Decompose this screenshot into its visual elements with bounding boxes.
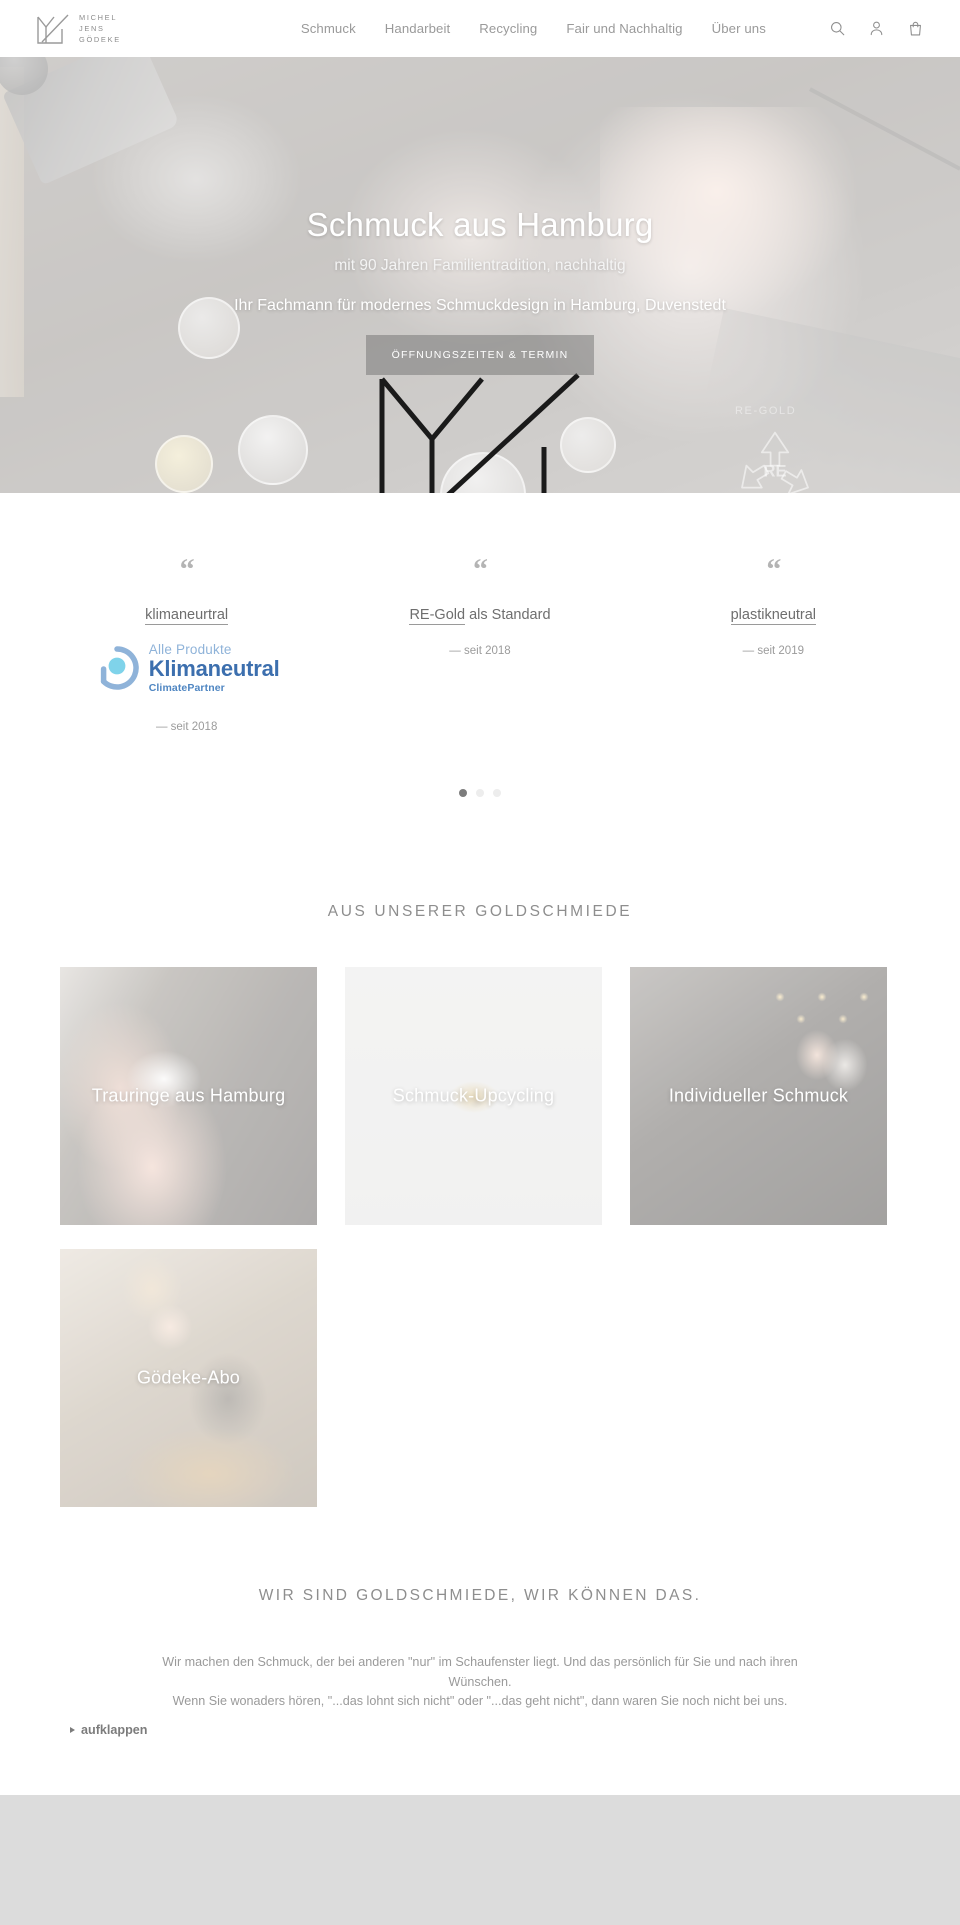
climatepartner-wordmark: Alle Produkte Klimaneutral ClimatePartne… <box>149 643 280 693</box>
quote-text-underlined[interactable]: plastikneutral <box>730 607 817 625</box>
brand-line-2: JENS <box>79 24 105 33</box>
account-icon[interactable] <box>868 20 885 37</box>
trust-quotes-carousel: “ klimaneurtral Alle Produkte Klimaneutr… <box>0 493 960 837</box>
carousel-dots <box>0 789 960 797</box>
quote-text-underlined[interactable]: klimaneurtral <box>145 607 229 625</box>
nav-item-handarbeit[interactable]: Handarbeit <box>385 21 451 36</box>
card-trauringe-aus-hamburg[interactable]: Trauringe aus Hamburg <box>60 967 317 1225</box>
svg-text:RE: RE <box>764 463 787 481</box>
brand-line-3: GÖDEKE <box>79 35 121 44</box>
quote-meta: — seit 2018 <box>449 645 511 657</box>
card-title: Trauringe aus Hamburg <box>91 1085 286 1106</box>
nav-item-ueber-uns[interactable]: Über uns <box>712 21 766 36</box>
climatepartner-mark-icon <box>94 645 140 691</box>
quote-meta: — seit 2019 <box>742 645 804 657</box>
card-title: Individueller Schmuck <box>668 1085 849 1106</box>
hero-cta-button[interactable]: ÖFFNUNGSZEITEN & TERMIN <box>365 334 595 375</box>
triangle-right-icon <box>70 1726 75 1733</box>
about-disclosure-label: aufklappen <box>81 1722 148 1737</box>
site-header: MICHEL JENS GÖDEKE Schmuck Handarbeit Re… <box>0 0 960 57</box>
climatepartner-logo: Alle Produkte Klimaneutral ClimatePartne… <box>94 643 280 693</box>
search-icon[interactable] <box>829 20 846 37</box>
goldsmith-section: AUS UNSERER GOLDSCHMIEDE Trauringe aus H… <box>0 837 960 1507</box>
goldsmith-card-grid: Trauringe aus Hamburg Schmuck-Upcycling … <box>60 967 900 1507</box>
brand-logo-link[interactable]: MICHEL JENS GÖDEKE <box>36 13 121 45</box>
nav-item-fair-und-nachhaltig[interactable]: Fair und Nachhaltig <box>566 21 682 36</box>
mjg-monogram-logo-icon <box>36 13 70 45</box>
quote-mark-icon: “ <box>179 553 195 586</box>
nav-item-recycling[interactable]: Recycling <box>479 21 537 36</box>
about-section: WIR SIND GOLDSCHMIEDE, WIR KÖNNEN DAS. W… <box>0 1507 960 1738</box>
card-goedeke-abo[interactable]: Gödeke-Abo <box>60 1249 317 1507</box>
regold-recycling-icon: RE <box>720 415 830 493</box>
quote-mark-icon: “ <box>766 553 781 586</box>
footer-band <box>0 1794 960 1925</box>
header-icon-group <box>829 20 924 37</box>
about-paragraph-line-2: Wenn Sie wonaders hören, "...das lohnt s… <box>172 1694 788 1709</box>
hero-subtitle: mit 90 Jahren Familientradition, nachhal… <box>334 256 626 274</box>
hero-banner: RE-GOLD RE Schmuck aus Hamburg mit 90 Ja… <box>0 57 960 493</box>
about-disclosure[interactable]: aufklappen <box>60 1720 900 1738</box>
carousel-dot-2[interactable] <box>476 789 484 797</box>
hero-content: Schmuck aus Hamburg mit 90 Jahren Famili… <box>0 57 960 375</box>
quote-item-klimaneutral: “ klimaneurtral Alle Produkte Klimaneutr… <box>40 555 333 733</box>
quotes-row: “ klimaneurtral Alle Produkte Klimaneutr… <box>40 555 920 733</box>
nav-item-schmuck[interactable]: Schmuck <box>301 21 356 36</box>
goldsmith-section-heading: AUS UNSERER GOLDSCHMIEDE <box>327 903 633 920</box>
quote-mark-icon: “ <box>472 553 488 586</box>
hero-lead-text: Ihr Fachmann für modernes Schmuckdesign … <box>234 296 726 314</box>
cart-icon[interactable] <box>907 20 924 37</box>
carousel-dot-1[interactable] <box>459 789 467 797</box>
climatepartner-line-1: Alle Produkte <box>148 642 232 657</box>
brand-wordmark: MICHEL JENS GÖDEKE <box>79 13 121 44</box>
brand-line-1: MICHEL <box>79 13 118 22</box>
about-disclosure-summary[interactable]: aufklappen <box>60 1723 147 1737</box>
quote-text-rest: als Standard <box>465 607 551 623</box>
quote-text: klimaneurtral <box>54 607 319 625</box>
climatepartner-line-3: ClimatePartner <box>148 681 225 694</box>
quote-text: plastikneutral <box>641 607 906 625</box>
quote-item-plastikneutral: “ plastikneutral — seit 2019 <box>627 555 920 733</box>
quote-text: RE-Gold als Standard <box>347 607 612 625</box>
quote-meta: — seit 2018 <box>155 721 218 733</box>
about-paragraph-line-1: Wir machen den Schmuck, der bei anderen … <box>162 1655 798 1689</box>
card-individueller-schmuck[interactable]: Individueller Schmuck <box>630 967 887 1225</box>
about-heading: WIR SIND GOLDSCHMIEDE, WIR KÖNNEN DAS. <box>258 1587 702 1604</box>
card-title: Schmuck-Upcycling <box>392 1085 555 1106</box>
card-schmuck-upcycling[interactable]: Schmuck-Upcycling <box>345 967 602 1225</box>
card-title: Gödeke-Abo <box>136 1367 241 1388</box>
main-navigation: Schmuck Handarbeit Recycling Fair und Na… <box>301 21 766 36</box>
quote-logo-slot: Alle Produkte Klimaneutral ClimatePartne… <box>54 643 319 693</box>
about-paragraph: Wir machen den Schmuck, der bei anderen … <box>130 1653 830 1712</box>
climatepartner-line-2: Klimaneutral <box>148 655 280 681</box>
hero-title: Schmuck aus Hamburg <box>306 206 654 243</box>
quote-item-regold: “ RE-Gold als Standard — seit 2018 <box>333 555 626 733</box>
carousel-dot-3[interactable] <box>493 789 501 797</box>
quote-text-underlined[interactable]: RE-Gold <box>409 607 466 625</box>
